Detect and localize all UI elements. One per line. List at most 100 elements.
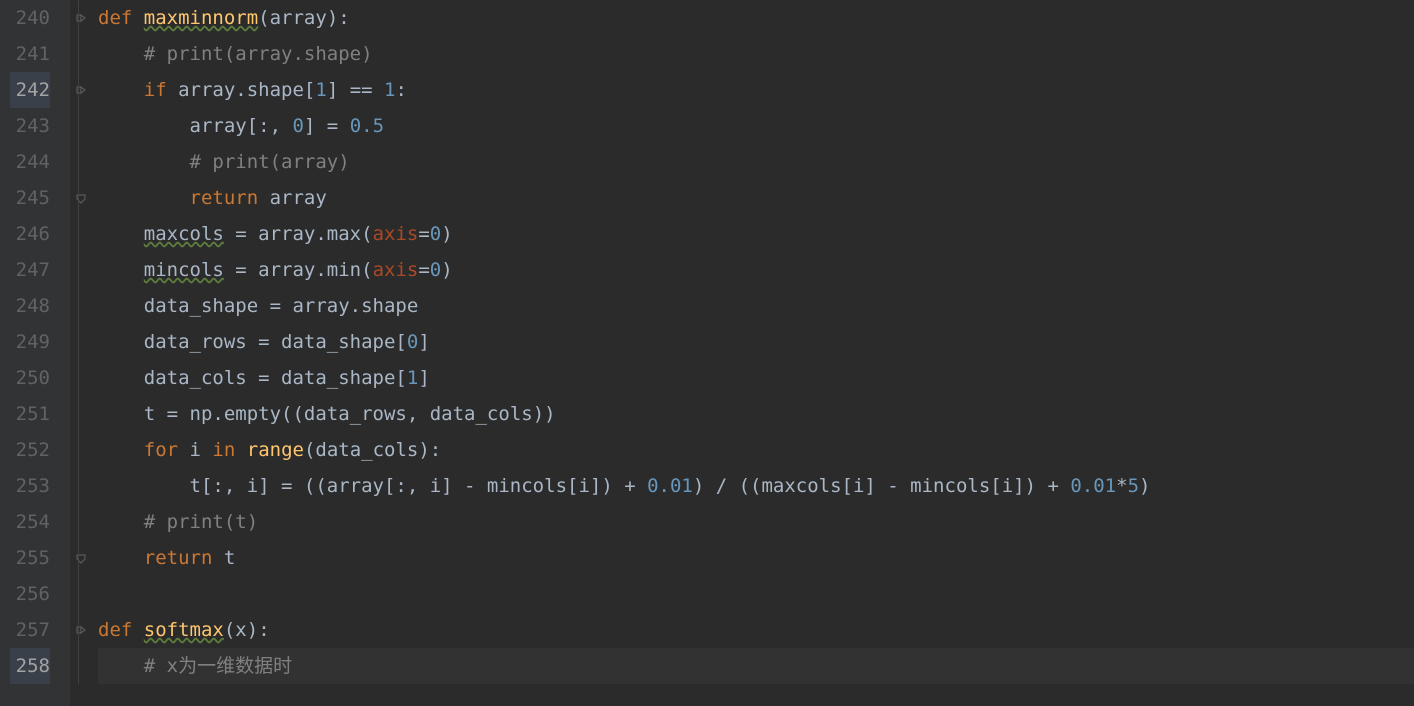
code-line[interactable]: if array.shape[1] == 1: xyxy=(98,72,1414,108)
token-var: ) xyxy=(1139,475,1150,497)
code-line[interactable]: array[:, 0] = 0.5 xyxy=(98,108,1414,144)
token-paren: ( xyxy=(258,7,269,29)
token-comment: # print(array) xyxy=(190,151,350,173)
token-var: array xyxy=(270,7,327,29)
token-var: = array.max( xyxy=(224,223,373,245)
code-line[interactable]: # print(array) xyxy=(98,144,1414,180)
token-num: 5 xyxy=(1128,475,1139,497)
token-var: t = np.empty((data_rows, data_cols)) xyxy=(144,403,556,425)
token-param: axis xyxy=(373,259,419,281)
token-var: = array.min( xyxy=(224,259,373,281)
code-line[interactable]: # print(t) xyxy=(98,504,1414,540)
token-var: data_cols = data_shape[ xyxy=(144,367,407,389)
token-kw: if xyxy=(144,79,178,101)
token-fn: softmax xyxy=(144,619,224,641)
line-number: 249 xyxy=(10,324,50,360)
token-var: ] == xyxy=(327,79,384,101)
token-num: 0 xyxy=(407,331,418,353)
fold-column xyxy=(70,0,94,706)
token-var: mincols xyxy=(144,259,224,281)
token-var: = xyxy=(418,223,429,245)
code-line[interactable]: data_shape = array.shape xyxy=(98,288,1414,324)
token-kw: for xyxy=(144,439,190,461)
line-number: 253 xyxy=(10,468,50,504)
token-num: 0.5 xyxy=(350,115,384,137)
fold-close-icon[interactable] xyxy=(74,191,88,205)
code-line[interactable]: maxcols = array.max(axis=0) xyxy=(98,216,1414,252)
token-var: array xyxy=(270,187,327,209)
fold-open-icon[interactable] xyxy=(74,11,88,25)
line-number: 245 xyxy=(10,180,50,216)
code-line[interactable]: data_cols = data_shape[1] xyxy=(98,360,1414,396)
token-num: 1 xyxy=(384,79,395,101)
token-comment: # print(t) xyxy=(144,511,258,533)
token-var: ) xyxy=(441,223,452,245)
token-num: 0.01 xyxy=(647,475,693,497)
token-paren: ): xyxy=(327,7,350,29)
line-number: 254 xyxy=(10,504,50,540)
token-var: array[:, xyxy=(190,115,293,137)
code-line[interactable]: data_rows = data_shape[0] xyxy=(98,324,1414,360)
token-num: 1 xyxy=(407,367,418,389)
token-kw: in xyxy=(212,439,246,461)
token-var: ] = xyxy=(304,115,350,137)
token-var: t[:, i] = ((array[:, i] - mincols[i]) + xyxy=(190,475,648,497)
code-line[interactable]: # print(array.shape) xyxy=(98,36,1414,72)
line-number: 252 xyxy=(10,432,50,468)
line-number: 256 xyxy=(10,576,50,612)
line-number: 255 xyxy=(10,540,50,576)
code-area[interactable]: def maxminnorm(array): # print(array.sha… xyxy=(94,0,1414,706)
line-number: 251 xyxy=(10,396,50,432)
token-var: data_shape = array.shape xyxy=(144,295,419,317)
token-var: (data_cols): xyxy=(304,439,441,461)
token-kw: return xyxy=(144,547,224,569)
code-line[interactable]: return t xyxy=(98,540,1414,576)
token-var: ) / ((maxcols[i] - mincols[i]) + xyxy=(693,475,1071,497)
token-kw: return xyxy=(190,187,270,209)
code-line[interactable]: def softmax(x): xyxy=(98,612,1414,648)
token-var: x xyxy=(235,619,246,641)
line-number: 241 xyxy=(10,36,50,72)
token-var: data_rows = data_shape[ xyxy=(144,331,407,353)
token-num: 0 xyxy=(430,259,441,281)
token-num: 0 xyxy=(430,223,441,245)
line-number: 248 xyxy=(10,288,50,324)
token-var: * xyxy=(1116,475,1127,497)
line-number: 250 xyxy=(10,360,50,396)
fold-open-icon[interactable] xyxy=(74,623,88,637)
token-var: t xyxy=(224,547,235,569)
token-var: maxcols xyxy=(144,223,224,245)
token-fn: maxminnorm xyxy=(144,7,258,29)
fold-close-icon[interactable] xyxy=(74,551,88,565)
code-line[interactable]: mincols = array.min(axis=0) xyxy=(98,252,1414,288)
token-fn: range xyxy=(247,439,304,461)
token-paren: ): xyxy=(247,619,270,641)
token-comment: # print(array.shape) xyxy=(144,43,373,65)
code-line[interactable]: t[:, i] = ((array[:, i] - mincols[i]) + … xyxy=(98,468,1414,504)
token-num: 1 xyxy=(315,79,326,101)
line-number: 240 xyxy=(10,0,50,36)
line-number: 257 xyxy=(10,612,50,648)
token-var: : xyxy=(395,79,406,101)
line-number: 244 xyxy=(10,144,50,180)
fold-open-icon[interactable] xyxy=(74,83,88,97)
code-line[interactable]: # x为一维数据时 xyxy=(98,648,1414,684)
token-paren: ( xyxy=(224,619,235,641)
code-line[interactable] xyxy=(98,576,1414,612)
token-kw: def xyxy=(98,619,144,641)
token-comment: # x为一维数据时 xyxy=(144,655,292,677)
line-gutter: 2402412422432442452462472482492502512522… xyxy=(0,0,70,706)
token-var: array.shape[ xyxy=(178,79,315,101)
line-number: 247 xyxy=(10,252,50,288)
code-editor: 2402412422432442452462472482492502512522… xyxy=(0,0,1414,706)
token-num: 0.01 xyxy=(1070,475,1116,497)
code-line[interactable]: for i in range(data_cols): xyxy=(98,432,1414,468)
line-number: 243 xyxy=(10,108,50,144)
token-param: axis xyxy=(373,223,419,245)
code-line[interactable]: def maxminnorm(array): xyxy=(98,0,1414,36)
token-var: ) xyxy=(441,259,452,281)
code-line[interactable]: return array xyxy=(98,180,1414,216)
code-line[interactable]: t = np.empty((data_rows, data_cols)) xyxy=(98,396,1414,432)
line-number: 258 xyxy=(10,648,50,684)
token-kw: def xyxy=(98,7,144,29)
